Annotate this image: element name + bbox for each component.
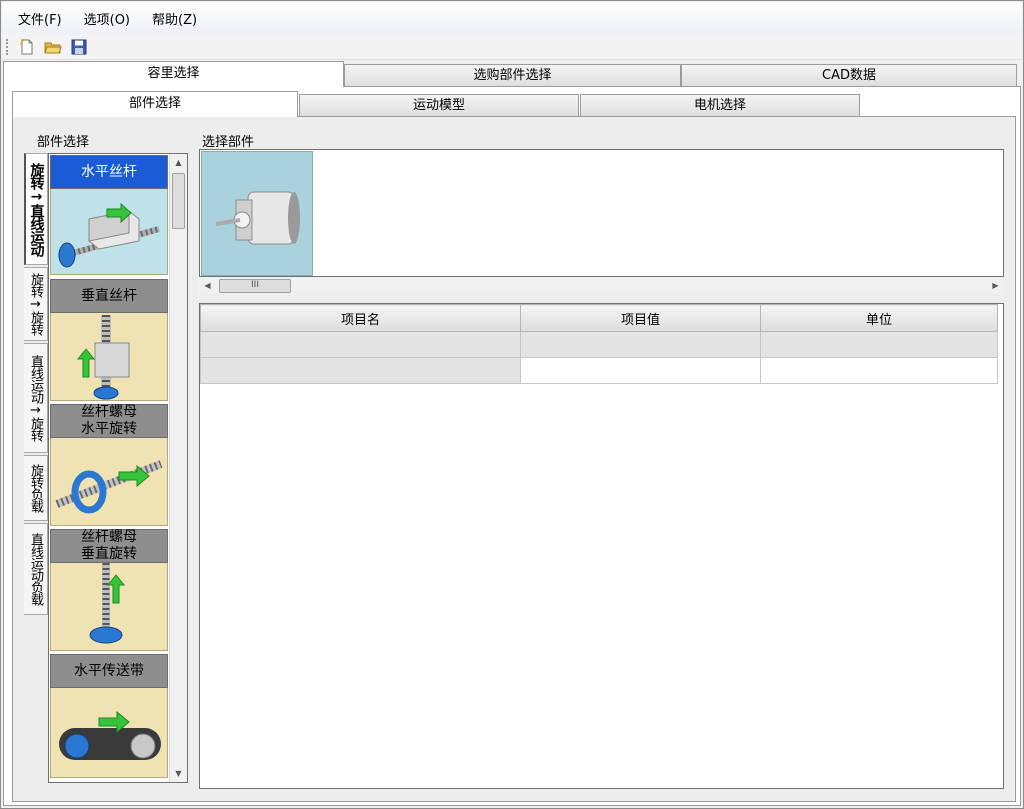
nut-horizontal-icon — [50, 438, 168, 526]
open-folder-icon — [44, 42, 62, 53]
category-linear-load[interactable]: 直线运动负载 — [24, 523, 48, 615]
outer-tab-panel: 部件选择 运动模型 电机选择 部件选择 选择部件 旋转→直线运动 旋转→旋转 直… — [3, 86, 1021, 806]
selected-parts-box — [199, 149, 1004, 277]
save-disk-icon — [71, 39, 87, 54]
ballscrew-horizontal-icon — [50, 189, 168, 275]
tab-optional-parts[interactable]: 选购部件选择 — [344, 64, 681, 86]
tab-capacity-selection[interactable]: 容里选择 — [3, 61, 344, 87]
column-header-item-name[interactable]: 项目名 — [200, 304, 521, 332]
part-nut-horizontal-rotation[interactable]: 丝杆螺母 水平旋转 — [50, 404, 168, 526]
cell-unit — [760, 357, 998, 384]
scroll-thumb[interactable] — [172, 173, 185, 229]
column-header-unit[interactable]: 单位 — [760, 304, 998, 332]
outer-tab-bar: 容里选择 选购部件选择 CAD数据 — [3, 61, 1021, 87]
scroll-left-icon[interactable]: ◀ — [199, 277, 216, 294]
save-button[interactable] — [68, 37, 90, 57]
toolbar — [2, 34, 1022, 60]
new-file-button[interactable] — [16, 37, 38, 57]
conveyor-belt-icon — [50, 688, 168, 778]
toolbar-grip[interactable] — [6, 38, 10, 55]
app-window: 文件(F) 选项(O) 帮助(Z) 容里选择 选购部件选择 CAD数据 部件选择… — [0, 0, 1024, 809]
selected-part-label: 选择部件 — [202, 135, 255, 150]
parts-list: 水平丝杆 垂直丝杆 丝杆螺母 水平旋转 丝杆螺母 垂直旋转 水平传送带 ▲ ▼ — [48, 153, 188, 783]
cell-item-name — [200, 331, 521, 358]
tab-part-selection[interactable]: 部件选择 — [12, 91, 298, 117]
category-rotary-to-linear[interactable]: 旋转→直线运动 — [24, 153, 48, 265]
part-nut-vertical-rotation[interactable]: 丝杆螺母 垂直旋转 — [50, 529, 168, 651]
ballscrew-vertical-icon — [50, 313, 168, 401]
part-title: 水平传送带 — [50, 654, 168, 688]
motor-thumbnail[interactable] — [201, 151, 313, 276]
tab-motion-model[interactable]: 运动模型 — [299, 94, 579, 116]
new-file-icon — [20, 38, 33, 54]
menu-options[interactable]: 选项(O) — [76, 9, 138, 28]
part-title: 丝杆螺母 水平旋转 — [50, 404, 168, 438]
part-title: 垂直丝杆 — [50, 279, 168, 313]
open-folder-button[interactable] — [42, 37, 64, 57]
tab-cad-data[interactable]: CAD数据 — [681, 64, 1017, 86]
category-linear-to-rotary[interactable]: 直线运动→旋转 — [24, 343, 48, 453]
selected-parts-scrollbar[interactable]: ◀ III ▶ — [199, 277, 1004, 295]
part-horizontal-belt[interactable]: 水平传送带 — [50, 654, 168, 778]
menu-bar: 文件(F) 选项(O) 帮助(Z) — [2, 2, 1022, 34]
scroll-right-icon[interactable]: ▶ — [987, 277, 1004, 294]
scroll-up-icon[interactable]: ▲ — [170, 154, 187, 171]
category-rotary-to-rotary[interactable]: 旋转→旋转 — [24, 267, 48, 341]
scroll-down-icon[interactable]: ▼ — [170, 765, 187, 782]
part-title: 丝杆螺母 垂直旋转 — [50, 529, 168, 563]
nut-vertical-icon — [50, 563, 168, 651]
parts-list-scrollbar[interactable]: ▲ ▼ — [169, 154, 187, 782]
cell-unit — [760, 331, 998, 358]
inner-tab-bar: 部件选择 运动模型 电机选择 — [12, 91, 1016, 117]
cell-item-name — [200, 357, 521, 384]
category-rotary-load[interactable]: 旋转负载 — [24, 455, 48, 521]
table-row[interactable] — [200, 331, 998, 358]
column-header-item-value[interactable]: 项目值 — [520, 304, 761, 332]
part-title: 水平丝杆 — [50, 155, 168, 189]
category-tabs: 旋转→直线运动 旋转→旋转 直线运动→旋转 旋转负载 直线运动负载 — [24, 153, 50, 617]
h-scroll-thumb[interactable]: III — [219, 279, 291, 293]
menu-file[interactable]: 文件(F) — [10, 9, 70, 28]
tab-motor-selection[interactable]: 电机选择 — [580, 94, 860, 116]
parts-group-label: 部件选择 — [37, 135, 90, 150]
property-table: 项目名 项目值 单位 — [199, 303, 1004, 789]
cell-item-value[interactable] — [520, 331, 761, 358]
part-horizontal-ballscrew[interactable]: 水平丝杆 — [50, 155, 168, 275]
table-row[interactable] — [200, 357, 998, 384]
part-selection-panel: 部件选择 选择部件 旋转→直线运动 旋转→旋转 直线运动→旋转 旋转负载 直线运… — [12, 116, 1016, 802]
part-vertical-ballscrew[interactable]: 垂直丝杆 — [50, 279, 168, 401]
cell-item-value[interactable] — [520, 357, 761, 384]
menu-help[interactable]: 帮助(Z) — [144, 9, 205, 28]
